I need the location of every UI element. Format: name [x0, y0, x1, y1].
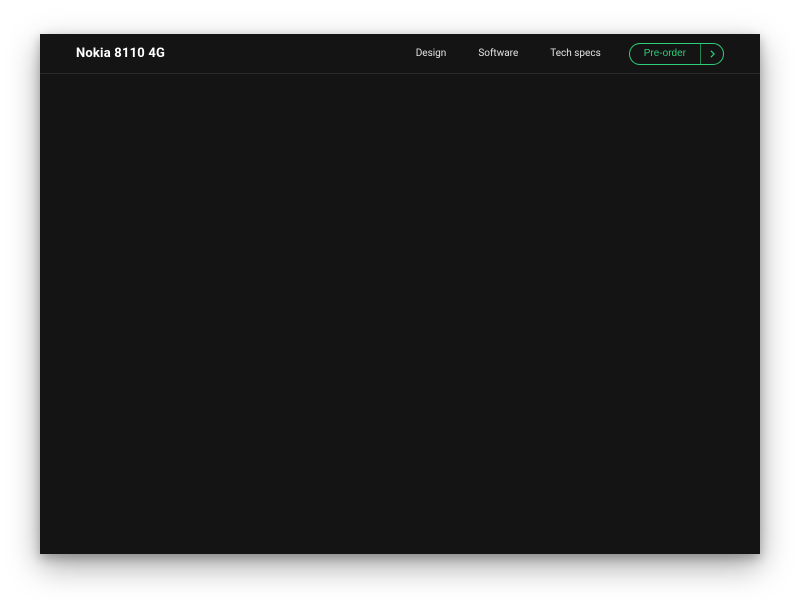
hero-section: [40, 74, 760, 554]
chevron-right-icon: [701, 50, 723, 58]
preorder-divider: [700, 44, 701, 64]
preorder-button[interactable]: Pre-order: [629, 43, 724, 65]
preorder-label: Pre-order: [630, 48, 700, 59]
brand-title: Nokia 8110 4G: [76, 46, 165, 61]
page-container: Nokia 8110 4G Design Software Tech specs…: [40, 34, 760, 554]
nav-link-design[interactable]: Design: [416, 48, 447, 59]
nav-links: Design Software Tech specs: [416, 48, 601, 59]
nav-link-software[interactable]: Software: [478, 48, 518, 59]
navbar: Nokia 8110 4G Design Software Tech specs…: [40, 34, 760, 74]
nav-link-tech-specs[interactable]: Tech specs: [550, 48, 600, 59]
